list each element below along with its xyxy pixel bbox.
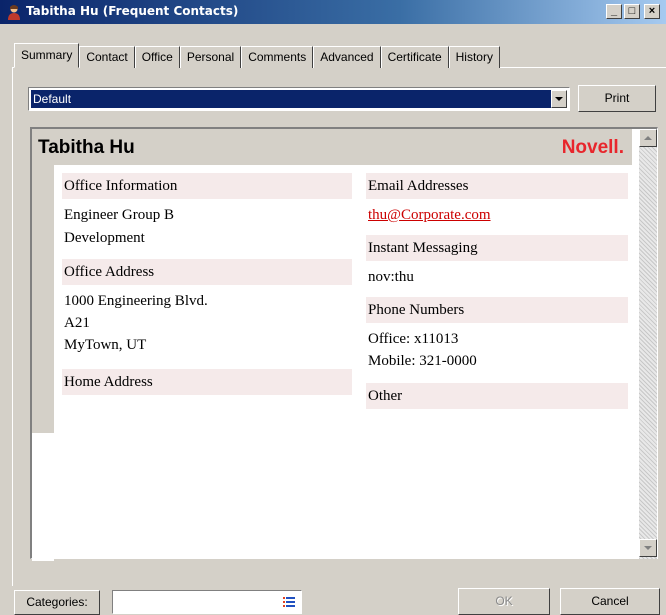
- office-address-line: MyTown, UT: [64, 337, 147, 353]
- print-button[interactable]: Print: [578, 85, 656, 112]
- office-info-line: Development: [64, 230, 145, 246]
- title-bar[interactable]: Tabitha Hu (Frequent Contacts) _ □ ×: [0, 0, 666, 24]
- categories-field[interactable]: [112, 590, 302, 614]
- tab-contact[interactable]: Contact: [79, 46, 135, 68]
- view-select[interactable]: Default: [28, 87, 570, 111]
- scroll-up-icon[interactable]: [639, 129, 657, 147]
- contact-icon: [8, 5, 20, 20]
- contact-window: Tabitha Hu (Frequent Contacts) _ □ × Sum…: [0, 0, 666, 615]
- ok-button[interactable]: OK: [458, 588, 550, 615]
- phone-heading: Phone Numbers: [366, 297, 628, 323]
- close-button[interactable]: ×: [644, 4, 660, 19]
- tab-office[interactable]: Office: [134, 46, 180, 68]
- tab-summary[interactable]: Summary: [14, 43, 80, 68]
- brand-logo: Novell.: [561, 137, 624, 158]
- office-address-line: A21: [64, 315, 90, 331]
- tab-strip: Summary Contact Office Personal Comments…: [14, 43, 500, 68]
- other-heading: Other: [366, 383, 628, 409]
- left-strip: [32, 165, 54, 433]
- tab-advanced[interactable]: Advanced: [313, 46, 381, 68]
- categories-button[interactable]: Categories:: [14, 590, 100, 615]
- office-address-heading: Office Address: [62, 259, 352, 285]
- window-title: Tabitha Hu (Frequent Contacts): [26, 4, 239, 18]
- strip-spacer: [32, 433, 54, 561]
- phone-line: Mobile: 321-0000: [368, 353, 477, 369]
- email-link[interactable]: thu@Corporate.com: [368, 205, 491, 226]
- summary-card: Tabitha Hu Novell. Office Information En…: [30, 127, 658, 561]
- home-address-heading: Home Address: [62, 369, 352, 395]
- contact-name: Tabitha Hu: [38, 137, 135, 158]
- scroll-down-icon[interactable]: [639, 539, 657, 557]
- cancel-button[interactable]: Cancel: [560, 588, 660, 615]
- im-value: nov:thu: [368, 269, 414, 285]
- tab-history[interactable]: History: [448, 46, 500, 68]
- tab-certificate[interactable]: Certificate: [380, 46, 449, 68]
- office-info-heading: Office Information: [62, 173, 352, 199]
- im-heading: Instant Messaging: [366, 235, 628, 261]
- view-select-value: Default: [31, 90, 551, 108]
- list-icon[interactable]: [283, 596, 295, 608]
- email-heading: Email Addresses: [366, 173, 628, 199]
- tab-comments[interactable]: Comments: [241, 46, 314, 68]
- office-address-line: 1000 Engineering Blvd.: [64, 293, 208, 309]
- card-header: Tabitha Hu Novell.: [32, 129, 632, 165]
- phone-line: Office: x11013: [368, 331, 459, 347]
- tab-personal[interactable]: Personal: [179, 46, 242, 68]
- maximize-button[interactable]: □: [624, 4, 640, 19]
- vertical-scrollbar[interactable]: [639, 129, 657, 559]
- dropdown-arrow-icon[interactable]: [551, 90, 567, 108]
- office-info-line: Engineer Group B: [64, 207, 174, 223]
- minimize-button[interactable]: _: [606, 4, 622, 19]
